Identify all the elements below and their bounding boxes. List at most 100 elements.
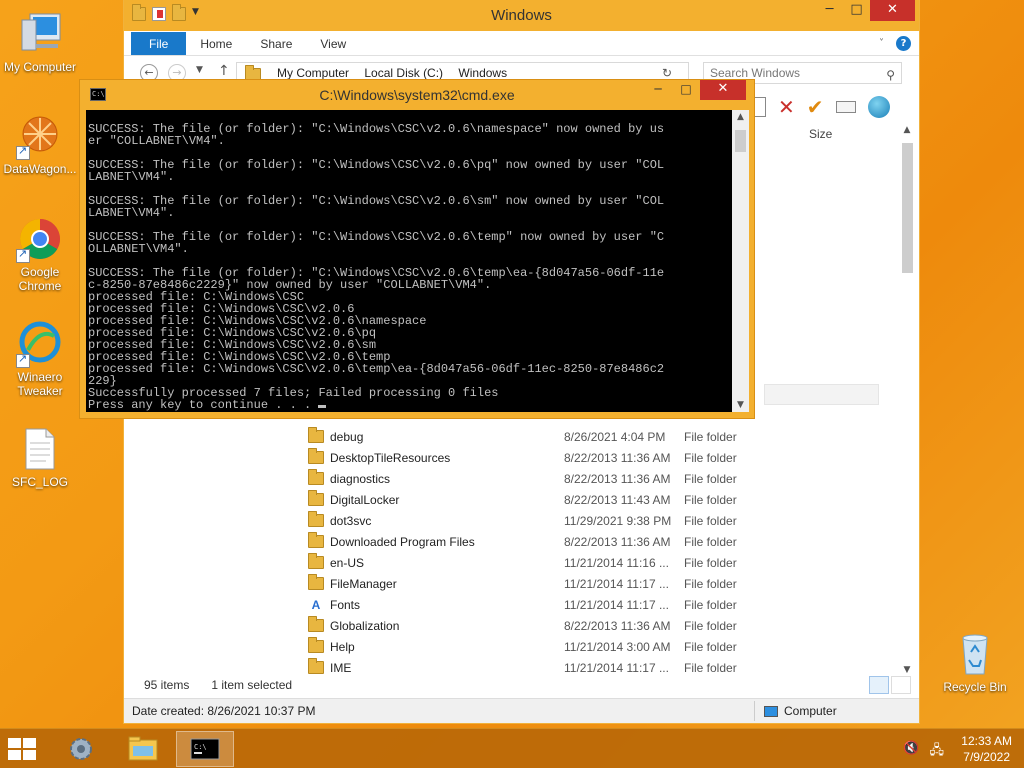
- close-button[interactable]: ✕: [870, 0, 915, 21]
- shortcut-arrow-icon: [16, 144, 30, 160]
- list-item[interactable]: DesktopTileResources 8/22/2013 11:36 AM Fi…: [300, 447, 900, 468]
- view-toggle: [869, 676, 911, 694]
- location-info: Computer: [764, 704, 837, 718]
- console-line: LABNET\VM4".: [88, 170, 175, 184]
- expand-ribbon-icon[interactable]: ˅: [879, 38, 884, 49]
- console-line: processed file: C:\Windows\CSC\v2.0.6\te…: [88, 362, 665, 376]
- globe-icon[interactable]: [867, 96, 890, 118]
- up-arrow-icon[interactable]: ↑: [218, 63, 230, 79]
- checkmark-icon[interactable]: ✔: [807, 95, 824, 119]
- tab-view[interactable]: View: [306, 32, 360, 55]
- desktop-icon-datawagon[interactable]: DataWagon...: [0, 112, 80, 176]
- desktop-icon-sfc-log[interactable]: SFC_LOG: [0, 425, 80, 489]
- cmd-window[interactable]: C:\ C:\Windows\system32\cmd.exe ─ □ ✕ SU…: [79, 79, 755, 419]
- folder-icon: [308, 532, 324, 548]
- file-type: File folder: [684, 660, 737, 675]
- date-created: Date created: 8/26/2021 10:37 PM: [132, 704, 316, 718]
- file-type: File folder: [684, 450, 737, 465]
- list-item[interactable]: A Fonts 11/21/2014 11:17 ... File folder: [300, 594, 900, 615]
- file-date: 8/26/2021 4:04 PM: [564, 429, 666, 444]
- desktop-icon-label: Winaero Tweaker: [17, 370, 63, 398]
- desktop-icon-recycle-bin[interactable]: Recycle Bin: [935, 630, 1015, 694]
- file-name: DigitalLocker: [330, 492, 400, 507]
- close-button[interactable]: ✕: [700, 80, 746, 100]
- file-list: debug 8/26/2021 4:04 PM File folder Deskto…: [300, 426, 900, 678]
- details-pane: Date created: 8/26/2021 10:37 PM Compute…: [124, 698, 919, 723]
- file-date: 11/21/2014 11:17 ...: [564, 660, 669, 675]
- tab-home[interactable]: Home: [186, 32, 246, 55]
- recent-locations-icon[interactable]: ▼: [196, 65, 203, 75]
- list-item[interactable]: debug 8/26/2021 4:04 PM File folder: [300, 426, 900, 447]
- list-item[interactable]: diagnostics 8/22/2013 11:36 AM File folder: [300, 468, 900, 489]
- file-type: File folder: [684, 597, 737, 612]
- minimize-button[interactable]: ─: [816, 0, 843, 21]
- help-icon[interactable]: ?: [896, 36, 911, 51]
- maximize-button[interactable]: □: [843, 0, 870, 21]
- volume-muted-icon[interactable]: 🔇: [903, 741, 919, 763]
- scroll-down-icon[interactable]: ▼: [732, 400, 749, 410]
- vertical-scrollbar[interactable]: ▲ ▼: [900, 125, 914, 675]
- file-name: diagnostics: [330, 471, 391, 486]
- item-count: 95 items: [144, 678, 190, 692]
- tab-share[interactable]: Share: [246, 32, 306, 55]
- desktop-icon-my-computer[interactable]: My Computer: [0, 10, 80, 74]
- desktop-icon-winaero-tweaker[interactable]: Winaero Tweaker: [0, 320, 80, 398]
- scroll-up-icon[interactable]: ▲: [900, 125, 914, 135]
- scroll-up-icon[interactable]: ▲: [732, 112, 749, 122]
- file-name: Globalization: [330, 618, 400, 633]
- file-name: Help: [330, 639, 355, 654]
- taskbar-file-explorer[interactable]: [114, 731, 172, 767]
- ribbon-tabs: File Home Share View ˅ ?: [124, 32, 919, 56]
- list-item[interactable]: Downloaded Program Files 8/22/2013 11:36 …: [300, 531, 900, 552]
- file-type: File folder: [684, 471, 737, 486]
- window-controls: ─ □ ✕: [644, 80, 746, 100]
- cmd-titlebar[interactable]: C:\ C:\Windows\system32\cmd.exe ─ □ ✕: [80, 80, 754, 110]
- column-header-size[interactable]: Size: [809, 127, 832, 141]
- cmd-scrollbar[interactable]: ▲ ▼: [732, 110, 749, 412]
- network-icon[interactable]: 🖧: [930, 741, 945, 763]
- maximize-button[interactable]: □: [672, 80, 700, 100]
- taskbar-cmd[interactable]: C:\: [176, 731, 234, 767]
- desktop-icon-google-chrome[interactable]: Google Chrome: [0, 215, 80, 293]
- rename-icon[interactable]: [835, 101, 856, 113]
- list-item[interactable]: IME 11/21/2014 11:17 ... File folder: [300, 657, 900, 678]
- console-output[interactable]: SUCCESS: The file (or folder): "C:\Windo…: [86, 110, 732, 412]
- file-name: FileManager: [330, 576, 397, 591]
- delete-icon[interactable]: ✕: [778, 95, 795, 119]
- fonts-icon: A: [311, 597, 321, 612]
- recycle-bin-icon: [951, 630, 999, 678]
- clock[interactable]: 12:33 AM 7/9/2022: [961, 733, 1012, 765]
- window-title: Windows: [491, 7, 552, 24]
- large-icons-view-button[interactable]: [891, 676, 911, 694]
- scroll-down-icon[interactable]: ▼: [900, 665, 914, 675]
- minimize-button[interactable]: ─: [644, 80, 672, 100]
- folder-icon: [308, 637, 324, 653]
- file-name: IME: [330, 660, 352, 675]
- console-line: er "COLLABNET\VM4".: [88, 134, 225, 148]
- folder-icon: [308, 448, 324, 464]
- details-view-button[interactable]: [869, 676, 889, 694]
- search-placeholder: Search Windows: [710, 66, 801, 80]
- scrollbar-thumb[interactable]: [902, 143, 913, 273]
- folder-icon: [128, 736, 158, 761]
- list-item[interactable]: dot3svc 11/29/2021 9:38 PM File folder: [300, 510, 900, 531]
- list-item[interactable]: Globalization 8/22/2013 11:36 AM File fold…: [300, 615, 900, 636]
- svg-text:C:\: C:\: [194, 743, 207, 751]
- breadcrumb-windows[interactable]: Windows: [458, 66, 507, 80]
- breadcrumb-my-computer[interactable]: My Computer: [277, 66, 349, 80]
- file-date: 11/21/2014 11:16 ...: [564, 555, 669, 570]
- file-type: File folder: [684, 429, 737, 444]
- breadcrumb-local-disk[interactable]: Local Disk (C:): [364, 66, 443, 80]
- location-label: Computer: [784, 704, 837, 718]
- list-item[interactable]: Help 11/21/2014 3:00 AM File folder: [300, 636, 900, 657]
- file-type: File folder: [684, 534, 737, 549]
- list-item[interactable]: DigitalLocker 8/22/2013 11:43 AM File fold…: [300, 489, 900, 510]
- list-item[interactable]: en-US 11/21/2014 11:16 ... File folder: [300, 552, 900, 573]
- start-button[interactable]: [8, 738, 38, 762]
- scrollbar-thumb[interactable]: [735, 130, 746, 152]
- tab-file[interactable]: File: [131, 32, 187, 55]
- explorer-titlebar[interactable]: ▼ Windows ─ □ ✕: [124, 0, 919, 31]
- list-item[interactable]: FileManager 11/21/2014 11:17 ... File fold…: [300, 573, 900, 594]
- file-name: debug: [330, 429, 364, 444]
- taskbar-settings[interactable]: [52, 731, 110, 767]
